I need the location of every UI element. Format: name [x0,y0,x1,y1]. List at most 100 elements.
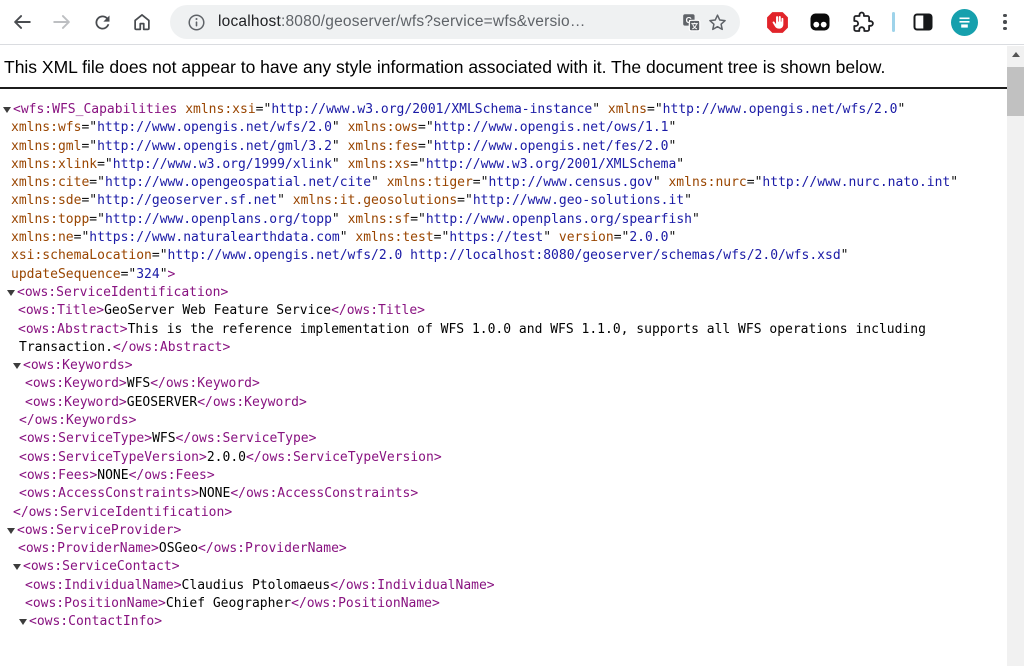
xml-line: <wfs:WFS_Capabilities xmlns:xsi="http://… [0,101,1007,119]
adblock-extension-button[interactable] [764,9,790,35]
xml-segment-a: xmlns:sde [11,193,82,209]
xml-segment-q: " [840,248,849,264]
xml-segment-q: " [159,266,168,282]
xml-segment-a: xmlns:it.geosolutions [292,193,458,209]
xml-segment-v: http://www.w3.org/2001/XMLSchema-instanc… [271,102,593,117]
xml-segment-q: " [684,193,692,209]
xml-segment-v: http://www.openplans.org/spearfish [425,211,692,227]
xml-line: xmlns:sde="http://geoserver.sf.net " xmln… [0,192,1007,210]
xml-line: <ows:ServiceProvider> [0,522,1007,540]
xml-segment-v: http://www.census.gov [488,175,653,191]
xml-segment-v: 324 [136,266,160,282]
scroll-up-button[interactable] [1007,46,1024,62]
xml-segment-v: http://www.opengis.net/wfs/2.0 http://lo… [167,248,841,264]
xml-line: <ows:Keyword>GEOSERVER</ows:Keyword> [0,394,1007,412]
xml-line: xmlns:ne="https://www.naturalearthdata.c… [0,229,1007,247]
xml-line: </ows:ServiceIdentification> [0,504,1007,522]
xml-line: </ows:Keywords> [0,412,1007,430]
vertical-scrollbar[interactable] [1007,46,1024,666]
extensions-button[interactable] [850,9,876,35]
xml-line: <ows:Keywords> [0,357,1007,375]
collapse-arrow-icon[interactable] [3,107,11,113]
xml-segment-x: NONE [97,467,129,483]
xml-line: <ows:PositionName>Chief Geographer</ows:… [0,595,1007,613]
xml-segment-q: " [592,102,608,117]
xml-line: <ows:Fees>NONE</ows:Fees> [0,467,1007,485]
xml-segment-t: <ows:Keyword> [25,394,127,410]
url-text[interactable]: localhost:8080/geoserver/wfs?service=wfs… [218,13,678,31]
xml-segment-v: 2.0.0 [629,230,669,246]
browser-toolbar: localhost:8080/geoserver/wfs?service=wfs… [0,0,1024,45]
xml-line: xmlns:xlink="http://www.w3.org/1999/xlin… [0,156,1007,174]
page-content: This XML file does not appear to have an… [0,46,1007,666]
xml-segment-t: <ows:ProviderName> [18,541,159,557]
xml-segment-t: </ows:Keywords> [19,413,137,429]
xml-segment-x: Transaction. [19,339,113,355]
xml-segment-v: https://www.naturalearthdata.com [89,230,340,246]
bookmark-button[interactable] [704,9,730,35]
xml-segment-a: xmlns:topp [11,211,90,227]
xml-segment-t: </ows:Keyword> [150,376,260,392]
xml-segment-t: <ows:ServiceIdentification> [17,284,229,300]
xml-segment-v: http://geoserver.sf.net [97,193,278,209]
xml-segment-q: =" [81,193,98,209]
translate-icon: G [682,13,700,31]
xml-line: xmlns:gml="http://www.opengis.net/gml/3.… [0,138,1007,156]
xml-style-notice: This XML file does not appear to have an… [0,46,1007,89]
collapse-arrow-icon[interactable] [19,619,27,626]
dot [1003,20,1007,24]
translate-button[interactable]: G [678,9,704,35]
xml-segment-q: =" [418,138,434,154]
xml-line: xmlns:cite="http://www.opengeospatial.ne… [0,174,1007,192]
xml-segment-v: http://www.nurc.nato.int [762,175,951,191]
dot [1003,13,1007,18]
xml-segment-q: =" [255,102,272,117]
xml-segment-q: " [691,211,700,227]
xml-segment-a: xmlns:xlink [11,156,98,172]
forward-button[interactable] [50,10,74,34]
xml-segment-x: OSGeo [158,541,199,557]
puzzle-piece-icon [853,11,874,32]
xml-segment-q: =" [472,175,489,191]
forward-icon [53,15,70,29]
home-button[interactable] [130,10,154,34]
xml-segment-x: WFS [152,431,176,447]
xml-line: <ows:ServiceContact> [0,558,1007,576]
xml-line: <ows:Title>GeoServer Web Feature Service… [0,302,1007,320]
xml-segment-a: xmlns:nurc [668,175,747,191]
xml-segment-q: =" [81,138,98,154]
xml-segment-t: <ows:Fees> [19,467,98,483]
triangle-up-icon [1011,51,1020,57]
collapse-arrow-icon[interactable] [7,527,15,534]
reload-icon [94,14,109,29]
xml-segment-t: <ows:Title> [18,303,105,319]
xml-segment-t: </ows:AccessConstraints> [230,486,419,502]
xml-segment-q: " [652,175,669,191]
dark-extension-button[interactable] [807,9,833,35]
xml-segment-q: " [371,175,387,191]
xml-segment-v: http://www.geo-solutions.it [472,193,685,209]
xml-segment-t: <ows:Keyword> [25,376,127,392]
reload-button[interactable] [90,10,114,34]
scrollbar-thumb[interactable] [1007,67,1024,116]
profile-avatar[interactable] [951,8,978,36]
back-icon [14,15,31,29]
address-bar[interactable]: localhost:8080/geoserver/wfs?service=wfs… [170,5,740,39]
collapse-arrow-icon[interactable] [13,564,21,571]
xml-segment-t: </ows:ProviderName> [198,541,347,557]
side-panel-button[interactable] [910,9,936,35]
xml-segment-q: =" [647,102,663,117]
page-info-button[interactable] [183,9,209,35]
xml-segment-t: </ows:IndividualName> [330,577,495,593]
xml-line: Transaction.</ows:Abstract> [0,339,1007,357]
xml-segment-q: =" [89,211,105,227]
back-button[interactable] [10,10,34,34]
collapse-arrow-icon[interactable] [7,289,15,296]
toolbar-separator [892,12,895,32]
xml-segment-t: </ows:Abstract> [112,339,231,355]
browser-menu-button[interactable] [995,10,1015,35]
xml-segment-q: =" [73,230,90,246]
xml-segment-t: <ows:ServiceTypeVersion> [19,449,207,465]
collapse-arrow-icon[interactable] [13,363,21,370]
xml-segment-q: " [331,211,348,227]
